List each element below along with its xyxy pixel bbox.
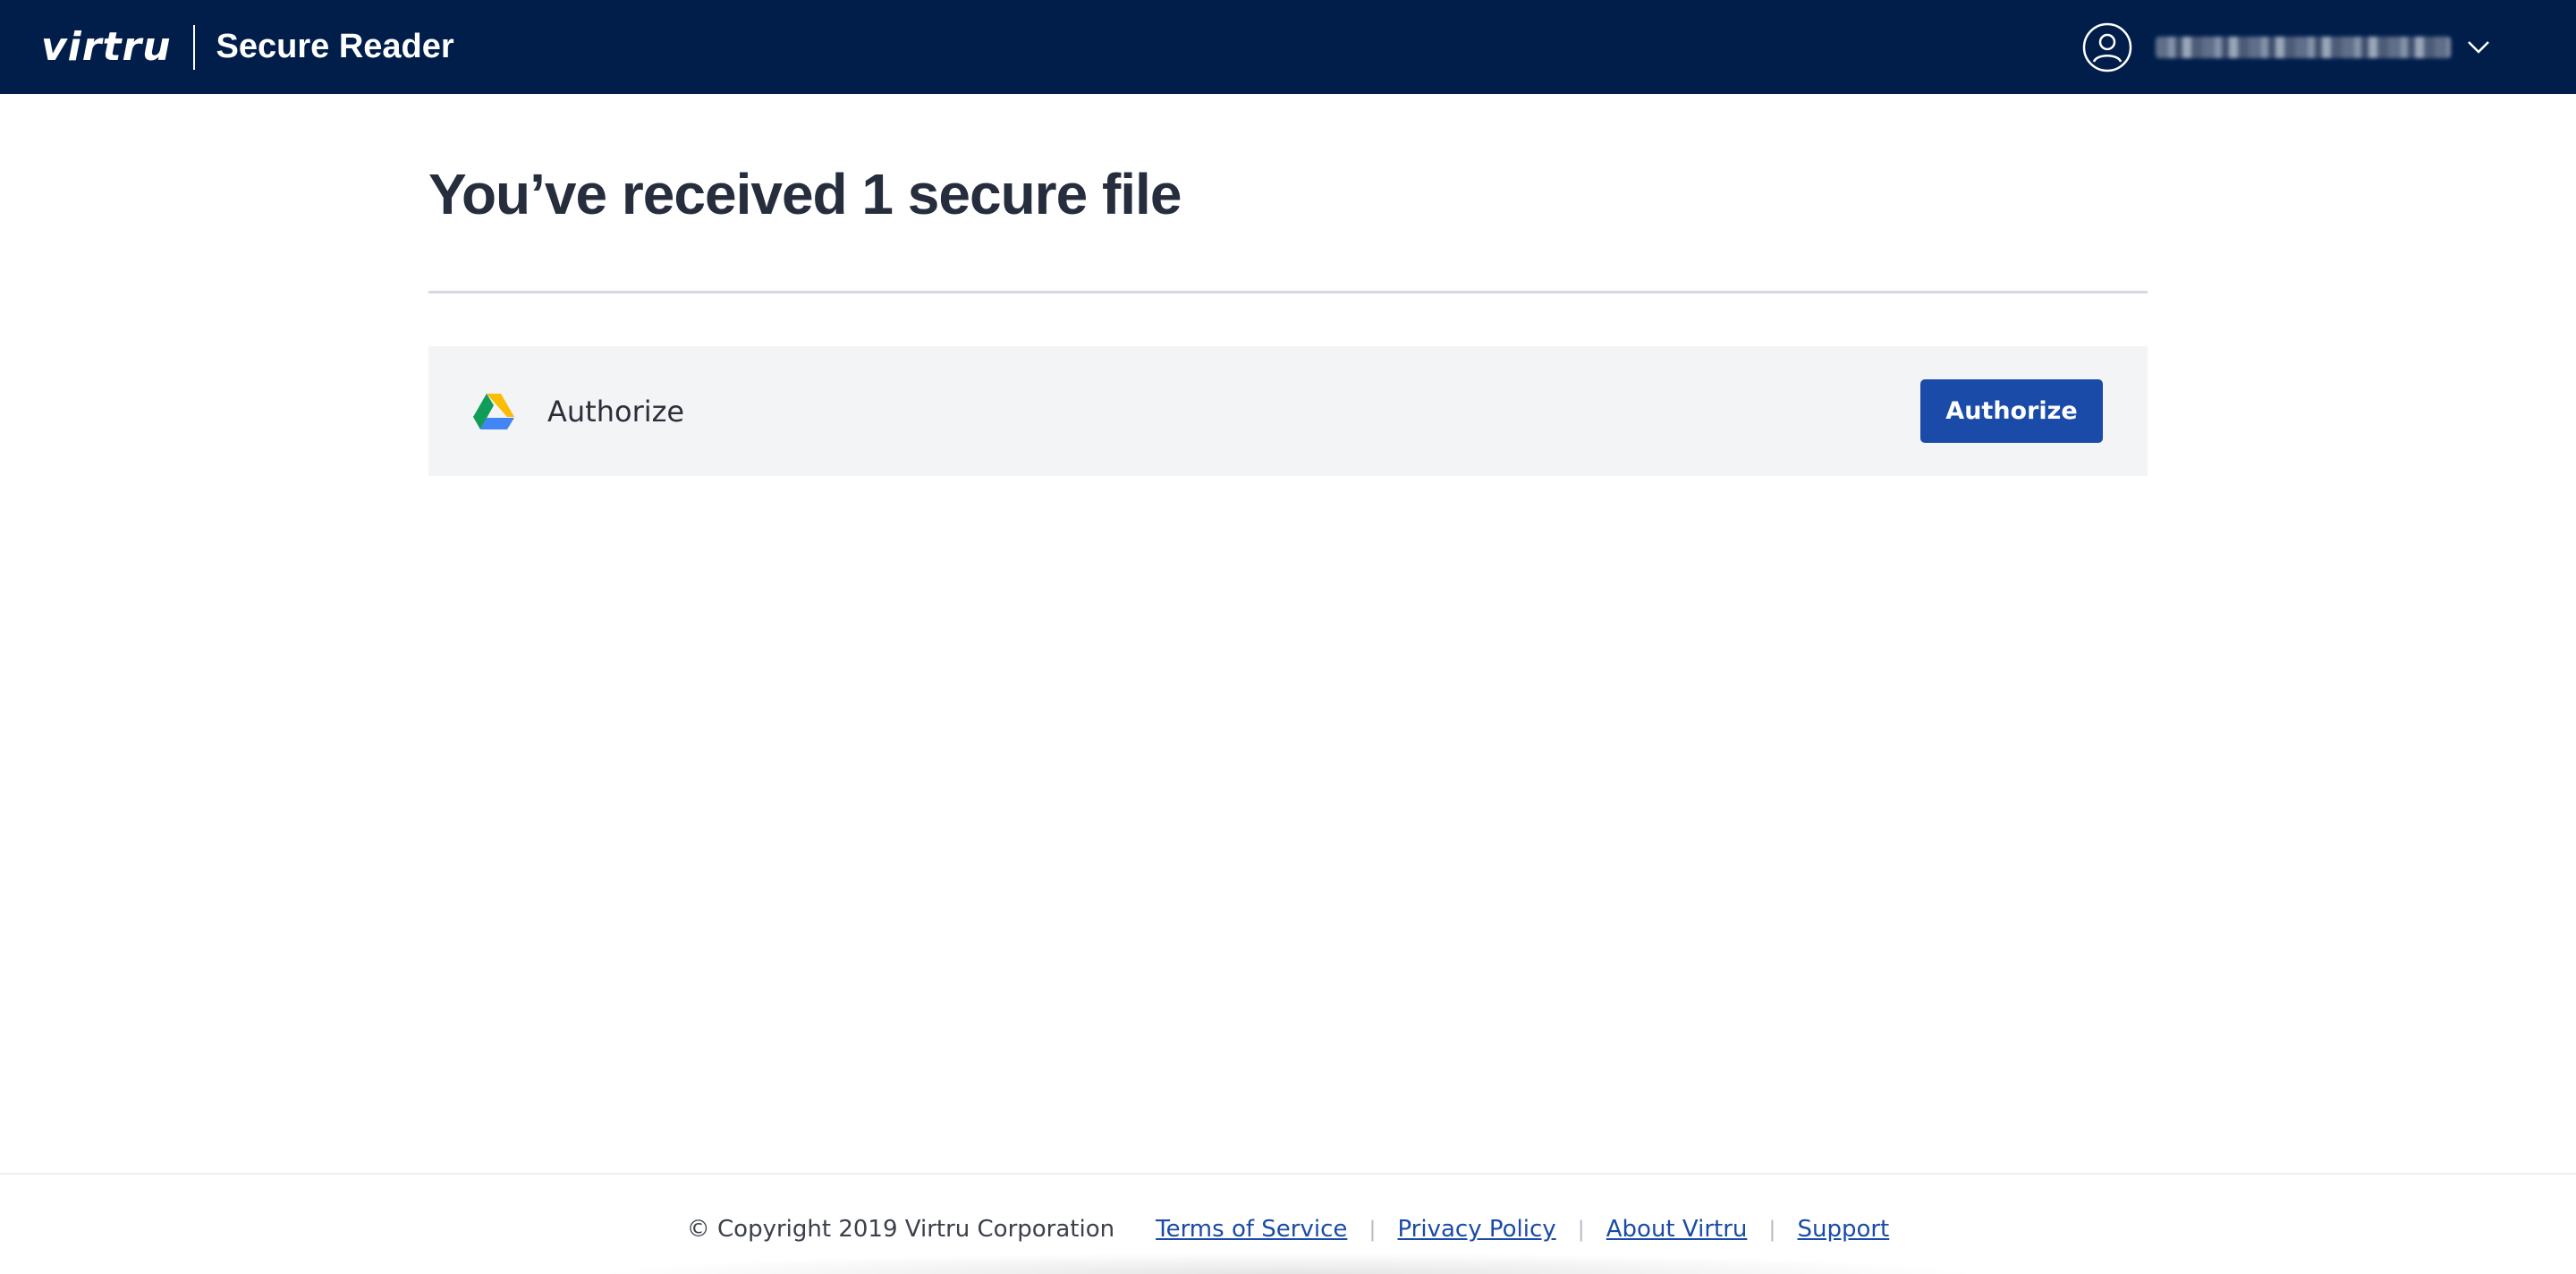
privacy-policy-link[interactable]: Privacy Policy xyxy=(1397,1216,1555,1243)
chevron-down-icon[interactable] xyxy=(2465,34,2492,61)
footer-divider xyxy=(0,1173,2576,1175)
footer-separator: | xyxy=(1768,1217,1776,1242)
page-title: You’ve received 1 secure file xyxy=(428,162,1182,226)
account-name-redacted[interactable] xyxy=(2156,36,2451,58)
account-menu[interactable] xyxy=(2082,0,2492,94)
file-label: Authorize xyxy=(547,394,685,429)
app-name: Secure Reader xyxy=(216,28,454,65)
file-list-item: Authorize Authorize xyxy=(428,346,2148,476)
footer: © Copyright 2019 Virtru Corporation Term… xyxy=(0,1210,2576,1249)
authorize-button[interactable]: Authorize xyxy=(1920,379,2103,443)
about-virtru-link[interactable]: About Virtru xyxy=(1606,1216,1748,1243)
brand: virtru Secure Reader xyxy=(41,0,454,94)
support-link[interactable]: Support xyxy=(1797,1216,1889,1243)
footer-shadow xyxy=(590,1253,1986,1274)
footer-separator: | xyxy=(1577,1217,1585,1242)
terms-of-service-link[interactable]: Terms of Service xyxy=(1156,1216,1347,1243)
footer-separator: | xyxy=(1368,1217,1377,1242)
heading-divider xyxy=(428,291,2148,293)
virtru-logo[interactable]: virtru xyxy=(41,24,172,70)
brand-divider xyxy=(192,24,195,70)
google-drive-icon xyxy=(473,394,514,429)
user-circle-icon[interactable] xyxy=(2082,22,2132,72)
copyright-text: © Copyright 2019 Virtru Corporation xyxy=(686,1216,1115,1243)
top-navigation-bar: virtru Secure Reader xyxy=(0,0,2576,94)
